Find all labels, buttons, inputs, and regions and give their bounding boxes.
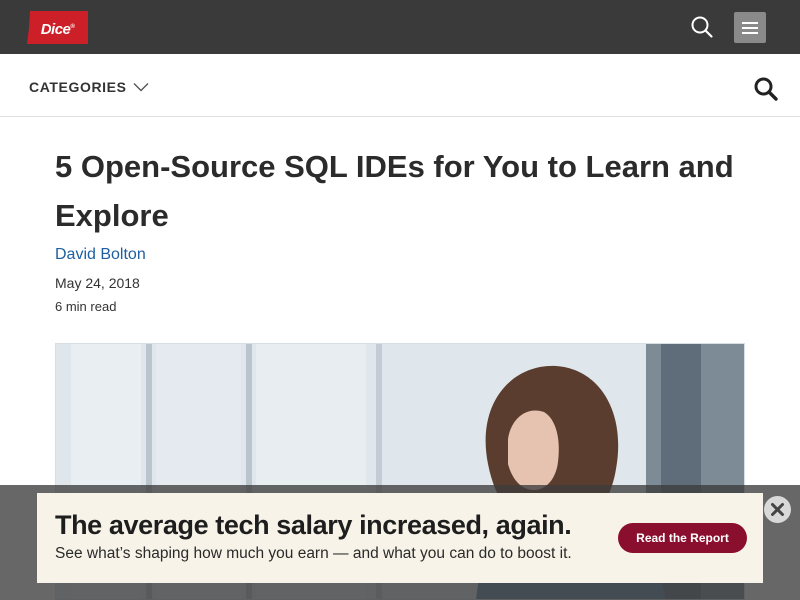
close-icon[interactable] bbox=[764, 496, 791, 523]
read-time: 6 min read bbox=[55, 299, 117, 314]
read-report-button[interactable]: Read the Report bbox=[618, 523, 747, 553]
categories-dropdown[interactable]: CATEGORIES bbox=[29, 77, 149, 97]
ad-headline: The average tech salary increased, again… bbox=[55, 510, 572, 540]
ad-subtext: See what’s shaping how much you earn — a… bbox=[55, 545, 572, 562]
logo-text: Dice® bbox=[40, 21, 75, 38]
search-icon[interactable] bbox=[753, 76, 779, 102]
dice-logo[interactable]: Dice® bbox=[27, 11, 88, 44]
chevron-down-icon bbox=[133, 83, 149, 92]
publish-date: May 24, 2018 bbox=[55, 275, 140, 291]
article-title: 5 Open-Source SQL IDEs for You to Learn … bbox=[55, 149, 734, 233]
author-link[interactable]: David Bolton bbox=[55, 246, 146, 264]
top-navigation-bar: Dice® bbox=[0, 0, 800, 54]
hamburger-menu-icon[interactable] bbox=[734, 12, 766, 43]
categories-label: CATEGORIES bbox=[29, 79, 127, 95]
ad-banner[interactable]: The average tech salary increased, again… bbox=[37, 493, 763, 583]
search-icon[interactable] bbox=[690, 15, 714, 39]
categories-bar: CATEGORIES bbox=[0, 54, 800, 117]
